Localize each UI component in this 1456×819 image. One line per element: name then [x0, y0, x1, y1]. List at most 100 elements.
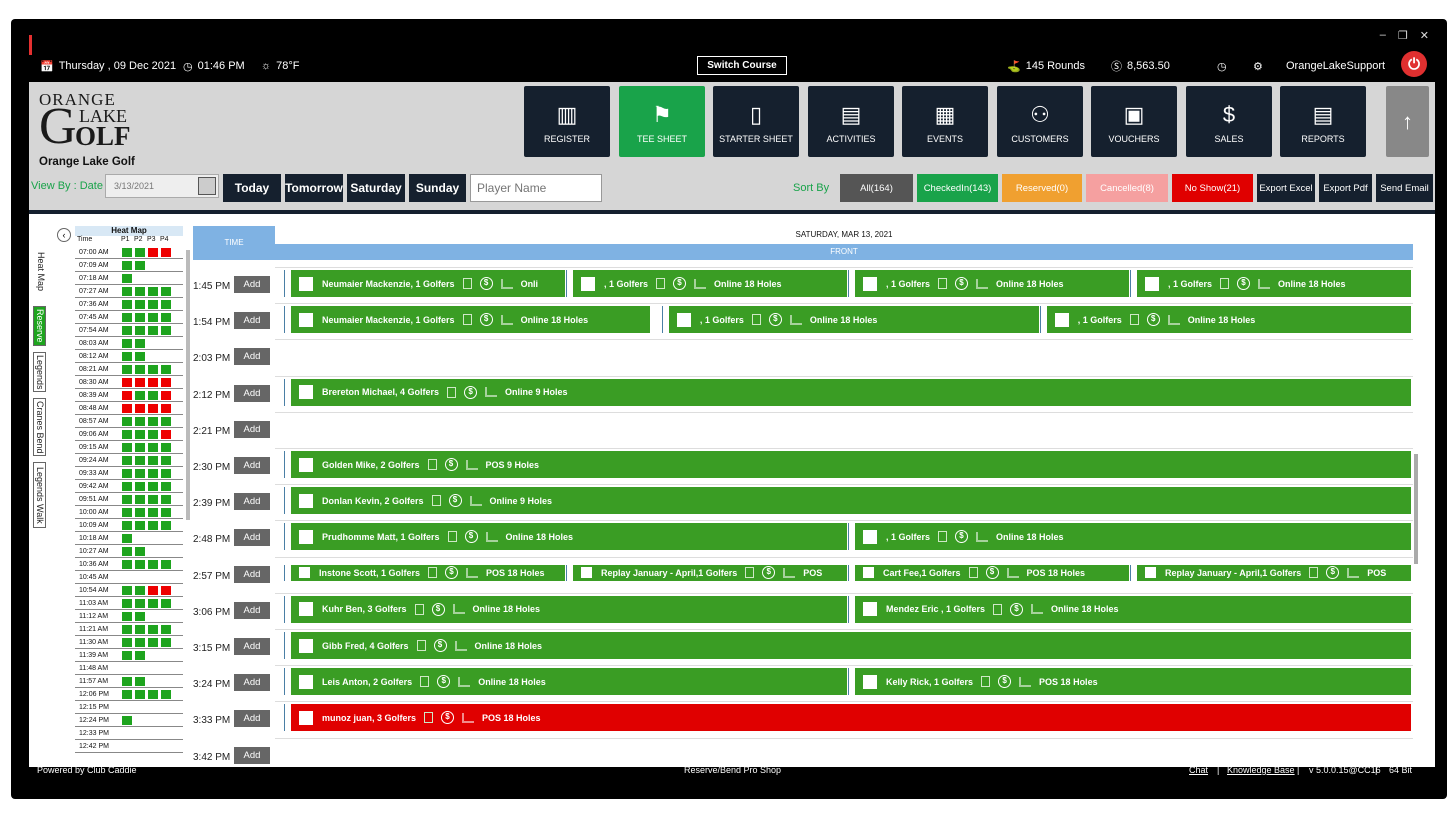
- nav-sales-button[interactable]: $ SALES: [1186, 86, 1272, 157]
- note-icon[interactable]: [938, 531, 948, 543]
- restore-icon[interactable]: ❐: [1398, 29, 1408, 42]
- tee-sheet-scrollbar[interactable]: [1414, 454, 1418, 564]
- booking-slot[interactable]: Kelly Rick, 1 Golfers $ POS 18 Holes: [853, 668, 1412, 696]
- heat-map-row[interactable]: 11:48 AM: [75, 662, 183, 675]
- heat-map-scrollbar[interactable]: [186, 250, 190, 520]
- note-icon[interactable]: [431, 495, 441, 507]
- heat-map-row[interactable]: 07:09 AM: [75, 259, 183, 272]
- nav-register-button[interactable]: ▥ REGISTER: [524, 86, 610, 157]
- heat-map-row[interactable]: 09:06 AM: [75, 428, 183, 441]
- booking-slot[interactable]: munoz juan, 3 Golfers $ POS 18 Holes: [289, 704, 1412, 732]
- note-icon[interactable]: [745, 567, 755, 579]
- nav-customers-button[interactable]: ⚇ CUSTOMERS: [997, 86, 1083, 157]
- payment-icon[interactable]: $: [1326, 566, 1340, 580]
- nav-tee-sheet-button[interactable]: ⚑ TEE SHEET: [619, 86, 705, 157]
- heat-map-row[interactable]: 08:12 AM: [75, 350, 183, 363]
- add-booking-button[interactable]: Add: [234, 638, 270, 655]
- payment-icon[interactable]: $: [479, 313, 493, 327]
- today-button[interactable]: Today: [223, 174, 281, 202]
- payment-icon[interactable]: $: [445, 566, 459, 580]
- heat-map-row[interactable]: 12:06 PM: [75, 688, 183, 701]
- heat-map-row[interactable]: 08:48 AM: [75, 402, 183, 415]
- heat-map-row[interactable]: 11:57 AM: [75, 675, 183, 688]
- note-icon[interactable]: [447, 531, 457, 543]
- heat-map-row[interactable]: 09:33 AM: [75, 467, 183, 480]
- filter-reserved-button[interactable]: Reserved(0): [1002, 174, 1082, 202]
- booking-slot[interactable]: , 1 Golfers $ Online 18 Holes: [853, 523, 1412, 551]
- booking-slot[interactable]: , 1 Golfers $ Online 18 Holes: [1044, 306, 1412, 334]
- history-icon[interactable]: ◷: [1217, 54, 1227, 78]
- note-icon[interactable]: [416, 640, 426, 651]
- gear-icon[interactable]: ⚙: [1253, 54, 1263, 78]
- note-icon[interactable]: [1220, 278, 1230, 289]
- note-icon[interactable]: [1129, 314, 1139, 326]
- booking-checkbox[interactable]: [863, 276, 877, 291]
- booking-checkbox[interactable]: [863, 674, 877, 689]
- booking-checkbox[interactable]: [1145, 567, 1156, 579]
- filter-export-excel-button[interactable]: Export Excel: [1257, 174, 1315, 202]
- tab-reserve[interactable]: Reserve: [33, 306, 46, 346]
- booking-checkbox[interactable]: [299, 710, 313, 725]
- note-icon[interactable]: [938, 278, 948, 289]
- payment-icon[interactable]: $: [673, 277, 687, 290]
- booking-slot[interactable]: Cart Fee,1 Golfers $ POS 18 Holes: [853, 564, 1130, 581]
- booking-slot[interactable]: Replay January - April,1 Golfers $ POS: [1135, 564, 1412, 581]
- heat-map-row[interactable]: 07:54 AM: [75, 324, 183, 337]
- add-booking-button[interactable]: Add: [234, 674, 270, 692]
- note-icon[interactable]: [462, 314, 472, 326]
- payment-icon[interactable]: $: [437, 675, 451, 689]
- add-booking-button[interactable]: Add: [234, 746, 270, 764]
- booking-slot[interactable]: , 1 Golfers $ Online 18 Holes: [1135, 270, 1412, 297]
- heat-map-row[interactable]: 12:15 PM: [75, 701, 183, 714]
- booking-slot[interactable]: Gibb Fred, 4 Golfers $ Online 18 Holes: [289, 632, 1412, 659]
- booking-slot[interactable]: Neumaier Mackenzie, 1 Golfers $ Onli: [289, 270, 566, 297]
- booking-checkbox[interactable]: [863, 567, 874, 579]
- heat-map-row[interactable]: 08:03 AM: [75, 337, 183, 350]
- heat-map-row[interactable]: 11:39 AM: [75, 649, 183, 662]
- nav-vouchers-button[interactable]: ▣ VOUCHERS: [1091, 86, 1177, 157]
- booking-checkbox[interactable]: [299, 385, 313, 400]
- date-picker[interactable]: 3/13/2021: [105, 174, 219, 198]
- booking-checkbox[interactable]: [676, 312, 691, 327]
- sunday-button[interactable]: Sunday: [409, 174, 466, 202]
- chat-link[interactable]: Chat: [1189, 765, 1208, 775]
- heat-map-row[interactable]: 09:15 AM: [75, 441, 183, 454]
- booking-slot[interactable]: Replay January - April,1 Golfers $ POS: [571, 564, 848, 581]
- scroll-up-button[interactable]: ↑: [1386, 86, 1429, 157]
- heat-map-row[interactable]: 08:21 AM: [75, 363, 183, 376]
- payment-icon[interactable]: $: [955, 277, 969, 290]
- payment-icon[interactable]: $: [1010, 602, 1024, 616]
- payment-icon[interactable]: $: [998, 675, 1012, 689]
- payment-icon[interactable]: $: [441, 711, 455, 725]
- booking-slot[interactable]: Leis Anton, 2 Golfers $ Online 18 Holes: [289, 668, 848, 696]
- note-icon[interactable]: [656, 278, 666, 289]
- filter-no-show-button[interactable]: No Show(21): [1172, 174, 1253, 202]
- heat-map-row[interactable]: 08:39 AM: [75, 389, 183, 402]
- nav-reports-button[interactable]: ▤ REPORTS: [1280, 86, 1366, 157]
- filter-export-pdf-button[interactable]: Export Pdf: [1319, 174, 1372, 202]
- booking-slot[interactable]: Brereton Michael, 4 Golfers $ Online 9 Hol…: [289, 378, 1412, 406]
- calendar-icon[interactable]: [198, 177, 216, 195]
- add-booking-button[interactable]: Add: [234, 276, 270, 293]
- add-booking-button[interactable]: Add: [234, 710, 270, 728]
- note-icon[interactable]: [462, 278, 472, 289]
- heat-map-row[interactable]: 10:09 AM: [75, 519, 183, 532]
- filter-send-email-button[interactable]: Send Email: [1376, 174, 1433, 202]
- payment-icon[interactable]: $: [1146, 313, 1160, 327]
- heat-map-row[interactable]: 07:36 AM: [75, 298, 183, 311]
- payment-icon[interactable]: $: [448, 494, 462, 508]
- add-booking-button[interactable]: Add: [234, 493, 270, 511]
- payment-icon[interactable]: $: [431, 602, 445, 616]
- payment-icon[interactable]: $: [762, 566, 776, 580]
- heat-map-row[interactable]: 10:00 AM: [75, 506, 183, 519]
- note-icon[interactable]: [420, 676, 430, 688]
- add-booking-button[interactable]: Add: [234, 601, 270, 619]
- booking-slot[interactable]: Prudhomme Matt, 1 Golfers $ Online 18 Hole…: [289, 523, 848, 551]
- heat-map-row[interactable]: 08:30 AM: [75, 376, 183, 389]
- heat-map-row[interactable]: 09:42 AM: [75, 480, 183, 493]
- booking-checkbox[interactable]: [581, 567, 592, 579]
- nav-events-button[interactable]: ▦ EVENTS: [902, 86, 988, 157]
- heat-map-row[interactable]: 12:42 PM: [75, 740, 183, 753]
- note-icon[interactable]: [414, 603, 424, 615]
- booking-checkbox[interactable]: [1054, 312, 1069, 327]
